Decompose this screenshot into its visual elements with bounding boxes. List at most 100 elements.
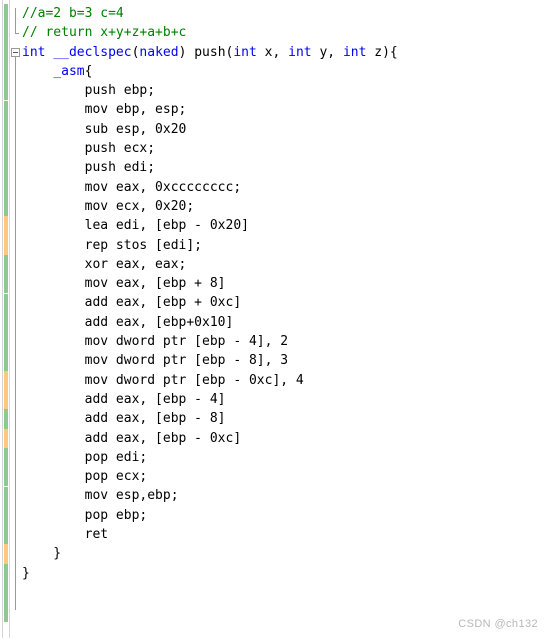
saved-change-marker [4, 563, 8, 583]
saved-change-marker [4, 61, 8, 82]
code-line[interactable]: } [22, 544, 546, 563]
code-line[interactable] [22, 583, 546, 602]
code-line[interactable]: add eax, [ebp - 4] [22, 390, 546, 409]
gutter-divider-left [2, 0, 3, 638]
saved-change-marker [4, 177, 8, 197]
code-folding-column[interactable] [11, 0, 22, 638]
code-token: add eax, [ebp + 0xc] [22, 295, 242, 311]
code-line[interactable]: mov dword ptr [ebp - 0xc], 4 [22, 371, 546, 390]
code-token: ) push( [178, 44, 234, 60]
code-content[interactable]: //a=2 b=3 c=4 // return x+y+z+a+b+c int __… [22, 0, 546, 642]
unsaved-change-marker [4, 428, 8, 448]
saved-change-marker [4, 525, 8, 545]
saved-change-marker [4, 23, 8, 43]
code-token: pop edi; [22, 449, 148, 465]
code-line[interactable]: add eax, [ebp - 0xc] [22, 429, 546, 448]
code-token: push ebp; [22, 83, 156, 99]
code-token: mov dword ptr [ebp - 8], 3 [22, 353, 289, 369]
saved-change-marker [4, 351, 8, 371]
saved-change-marker [4, 139, 8, 159]
code-line[interactable]: push edi; [22, 158, 546, 177]
saved-change-marker [4, 505, 8, 526]
saved-change-marker [4, 81, 8, 101]
code-line[interactable]: //a=2 b=3 c=4 [22, 4, 546, 23]
unsaved-change-marker [4, 235, 8, 255]
saved-change-marker [4, 332, 8, 352]
code-token: y, [311, 44, 343, 60]
code-line[interactable]: sub esp, 0x20 [22, 120, 546, 139]
code-token: add eax, [ebp+0x10] [22, 314, 234, 330]
code-line[interactable]: mov dword ptr [ebp - 4], 2 [22, 332, 546, 351]
saved-change-marker [4, 486, 8, 506]
code-line[interactable]: // return x+y+z+a+b+c [22, 23, 546, 42]
saved-change-marker [4, 583, 8, 603]
code-token: mov dword ptr [ebp - 0xc], 4 [22, 372, 304, 388]
editor-gutter [0, 0, 22, 638]
code-token: int [288, 44, 312, 60]
gutter-divider-right [9, 0, 10, 638]
code-token: pop ebp; [22, 507, 148, 523]
code-token: int [22, 44, 46, 60]
code-token: int [342, 44, 367, 60]
code-token: add eax, [ebp - 0xc] [22, 430, 242, 446]
code-token: push ecx; [22, 141, 156, 157]
code-token: } [22, 565, 30, 581]
code-token: ret [22, 527, 109, 543]
saved-change-marker [4, 602, 8, 622]
code-token: } [22, 546, 62, 562]
code-token: mov esp,ebp; [22, 488, 179, 504]
code-token: mov ecx, 0x20; [22, 198, 195, 214]
fold-region-line [15, 56, 16, 611]
code-token: _asm [53, 63, 85, 79]
code-line[interactable]: add eax, [ebp+0x10] [22, 313, 546, 332]
code-line[interactable]: _asm{ [22, 62, 546, 81]
code-line[interactable]: int __declspec(naked) push(int x, int y,… [22, 43, 546, 62]
code-line[interactable]: } [22, 564, 546, 583]
code-line[interactable]: mov eax, [ebp + 8] [22, 274, 546, 293]
code-line[interactable]: xor eax, eax; [22, 255, 546, 274]
code-line[interactable]: mov esp,ebp; [22, 486, 546, 505]
saved-change-marker [4, 274, 8, 294]
code-line[interactable]: pop edi; [22, 448, 546, 467]
saved-change-marker [4, 197, 8, 217]
saved-change-marker [4, 447, 8, 468]
code-token: z){ [366, 44, 398, 60]
saved-change-marker [4, 158, 8, 178]
unsaved-change-marker [4, 370, 8, 390]
code-line[interactable]: push ebp; [22, 81, 546, 100]
code-line[interactable]: pop ecx; [22, 467, 546, 486]
saved-change-marker [4, 254, 8, 275]
change-indicator-track [4, 0, 8, 638]
code-token: __declspec [53, 44, 132, 60]
code-line[interactable]: push ecx; [22, 139, 546, 158]
code-line[interactable]: mov eax, 0xcccccccc; [22, 178, 546, 197]
saved-change-marker [4, 467, 8, 487]
code-token: { [84, 63, 93, 79]
saved-change-marker [4, 4, 8, 24]
code-token: add eax, [ebp - 8] [22, 411, 226, 427]
code-token: naked [139, 44, 179, 60]
code-token: //a=2 b=3 c=4 [22, 6, 124, 21]
code-line[interactable]: add eax, [ebp + 0xc] [22, 293, 546, 312]
saved-change-marker [4, 312, 8, 333]
code-line[interactable]: mov ecx, 0x20; [22, 197, 546, 216]
saved-change-marker [4, 409, 8, 429]
code-token: sub esp, 0x20 [22, 121, 187, 137]
code-line[interactable]: pop ebp; [22, 506, 546, 525]
code-token: mov eax, [ebp + 8] [22, 276, 226, 292]
code-token: pop ecx; [22, 469, 148, 485]
fold-collapse-icon[interactable] [11, 47, 20, 57]
code-line[interactable]: mov dword ptr [ebp - 8], 3 [22, 351, 546, 370]
fold-region-elbow [15, 33, 19, 35]
code-token: int [233, 44, 257, 60]
code-line[interactable]: add eax, [ebp - 8] [22, 409, 546, 428]
code-line[interactable]: ret [22, 525, 546, 544]
code-editor[interactable]: //a=2 b=3 c=4 // return x+y+z+a+b+c int __… [0, 0, 546, 638]
code-line[interactable]: mov ebp, esp; [22, 100, 546, 119]
saved-change-marker [4, 100, 8, 120]
code-token: lea edi, [ebp - 0x20] [22, 218, 249, 234]
code-line[interactable]: rep stos [edi]; [22, 236, 546, 255]
code-line[interactable]: lea edi, [ebp - 0x20] [22, 216, 546, 235]
code-token: x, [256, 44, 289, 60]
